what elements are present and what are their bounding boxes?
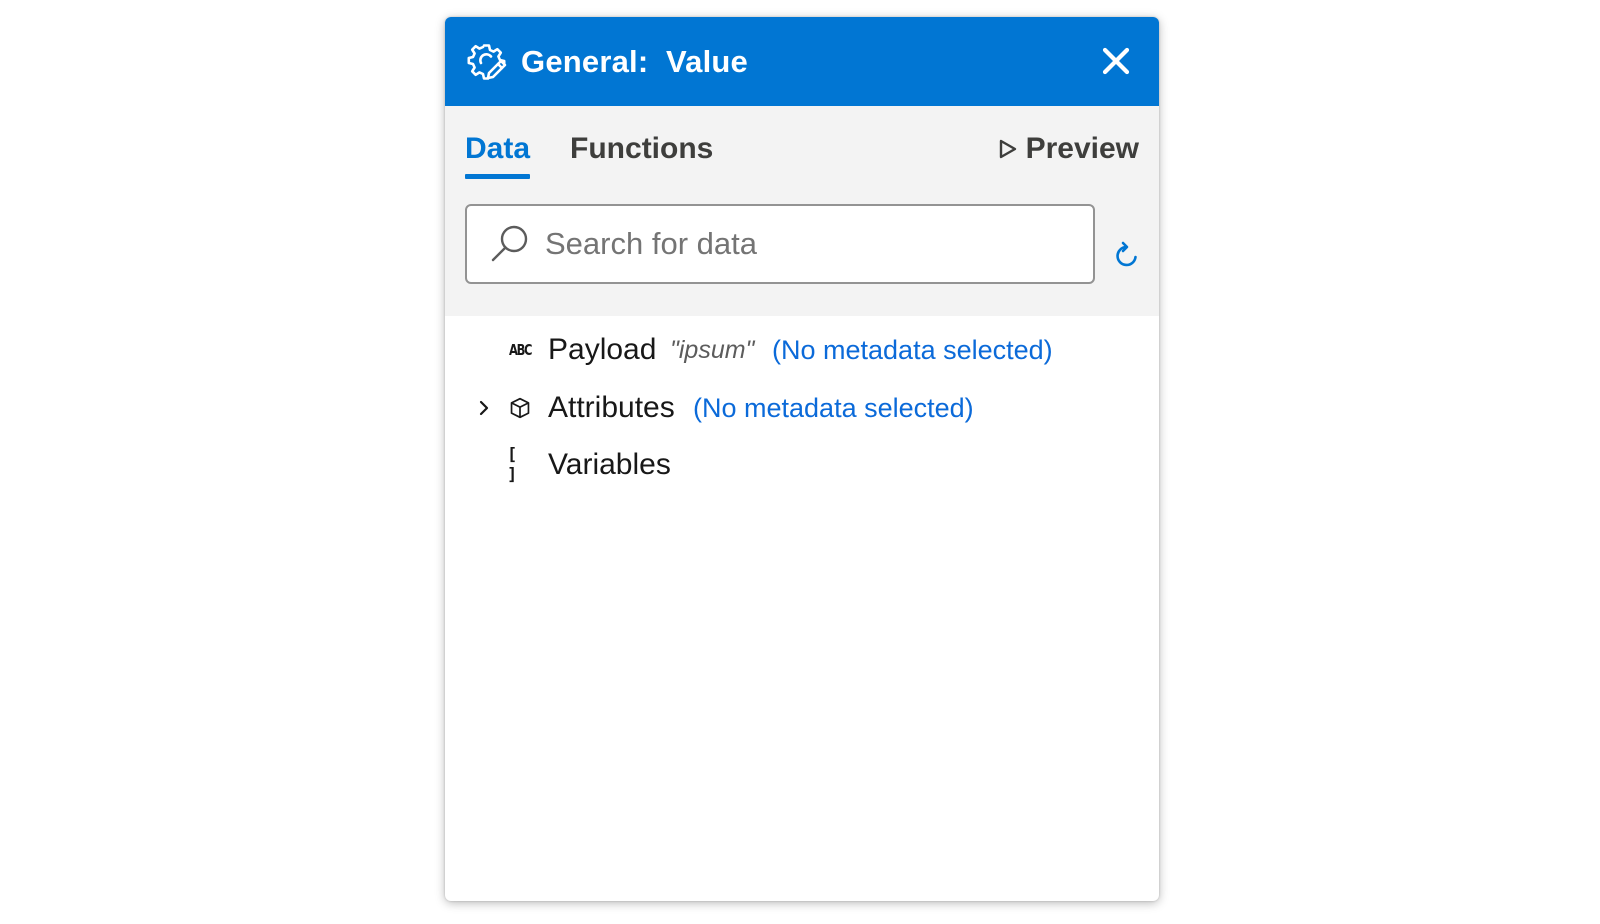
refresh-icon[interactable] — [1113, 241, 1141, 269]
data-picker-panel: General: Value Data Functions Preview Se… — [445, 17, 1159, 901]
panel-toolbar: Data Functions Preview — [445, 106, 1159, 316]
close-icon[interactable] — [1099, 44, 1133, 78]
search-field[interactable] — [465, 204, 1095, 284]
tree-item-label: Payload — [548, 333, 657, 366]
metadata-link[interactable]: (No metadata selected) — [693, 393, 974, 424]
search-input[interactable] — [543, 225, 1087, 263]
preview-label: Preview — [1025, 132, 1139, 165]
cube-object-icon — [510, 397, 530, 419]
tree-item-label: Attributes — [548, 391, 675, 424]
preview-button[interactable]: Preview — [998, 132, 1139, 166]
panel-title: General: Value — [521, 43, 748, 79]
tab-functions[interactable]: Functions — [570, 106, 713, 176]
settings-edit-icon — [467, 43, 507, 80]
metadata-link[interactable]: (No metadata selected) — [772, 335, 1053, 366]
abc-string-icon: ABC — [508, 341, 533, 359]
panel-header: General: Value — [445, 17, 1159, 106]
sample-value: "ipsum" — [670, 335, 755, 364]
tab-bar: Data Functions — [465, 106, 753, 181]
search-icon — [491, 225, 528, 262]
brackets-array-icon: [ ] — [507, 445, 521, 485]
tab-data[interactable]: Data — [465, 106, 531, 179]
play-icon — [999, 139, 1016, 159]
chevron-right-icon[interactable] — [475, 399, 493, 417]
tree-item-label: Variables — [548, 448, 671, 481]
